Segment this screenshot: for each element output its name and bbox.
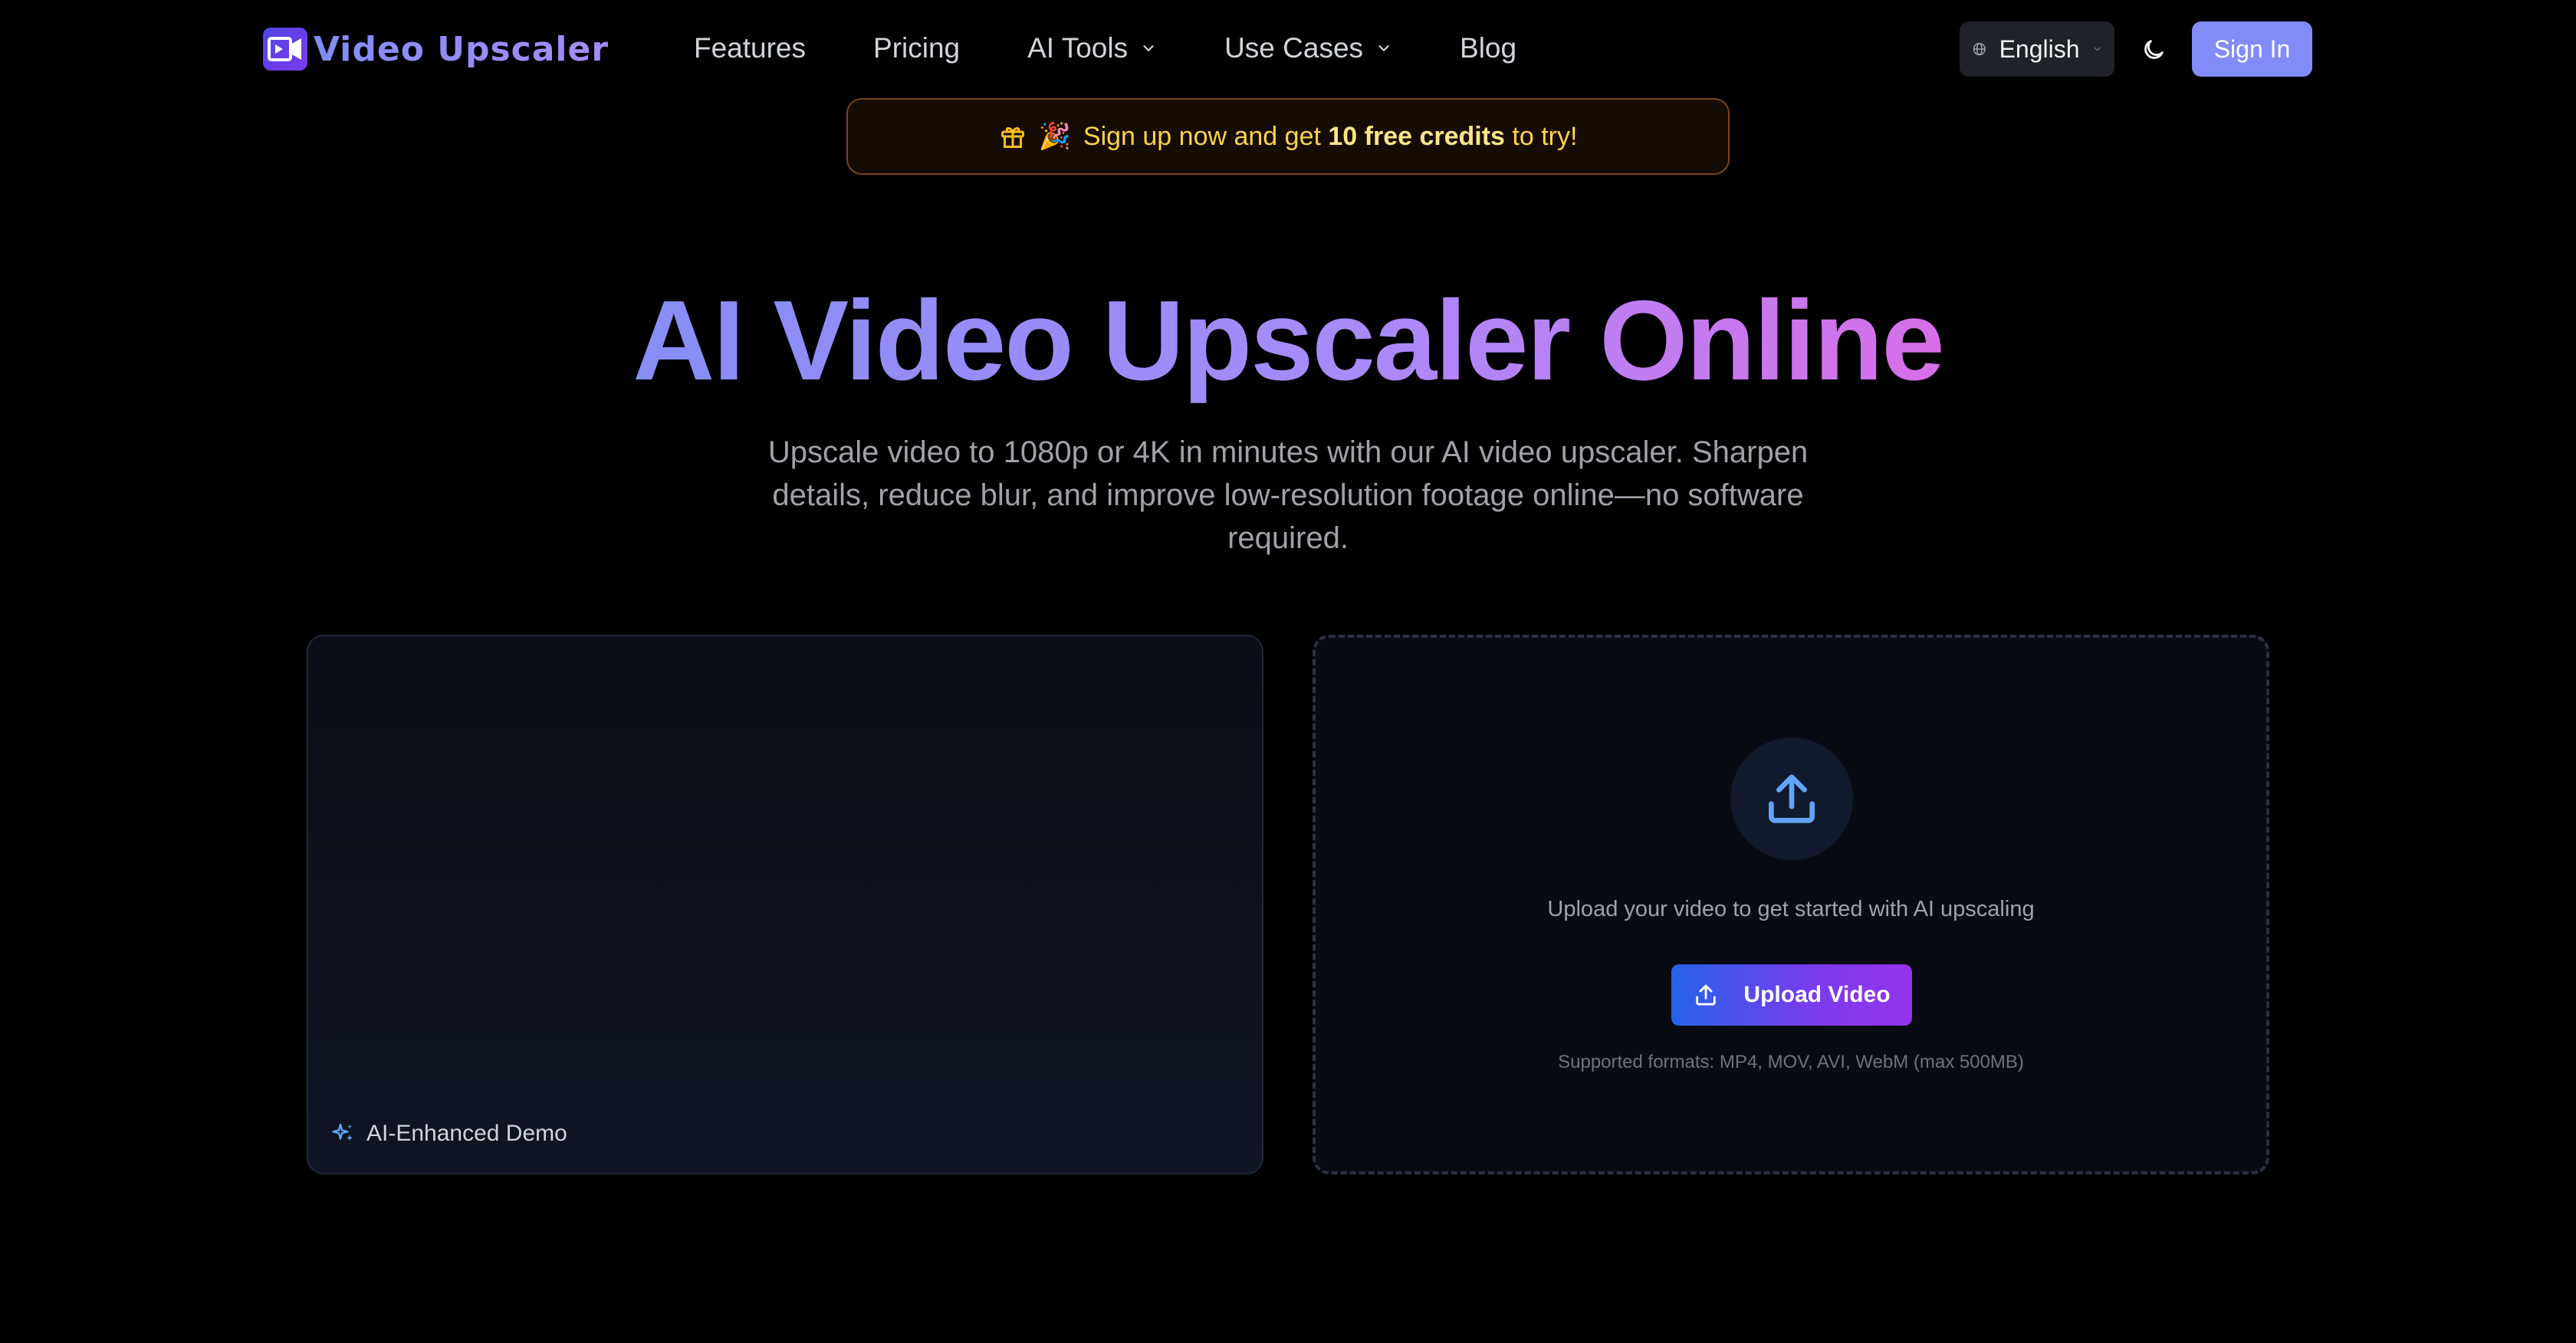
sign-in-button[interactable]: Sign In bbox=[2192, 21, 2312, 77]
gift-icon bbox=[1001, 126, 1024, 148]
upload-button-label: Upload Video bbox=[1743, 982, 1891, 1007]
globe-icon bbox=[1973, 42, 1986, 56]
nav-link-label: Pricing bbox=[873, 32, 961, 64]
chevron-down-icon bbox=[1143, 45, 1154, 51]
upload-video-button[interactable]: Upload Video bbox=[1671, 964, 1912, 1026]
hero-title: AI Video Upscaler Online bbox=[0, 276, 2576, 406]
party-popper-emoji: 🎉 bbox=[1038, 122, 1071, 151]
nav-link-pricing[interactable]: Pricing bbox=[873, 32, 960, 64]
promo-banner[interactable]: 🎉 Sign up now and get 10 free credits to… bbox=[846, 98, 1730, 175]
upload-prompt: Upload your video to get started with AI… bbox=[1547, 897, 2035, 921]
promo-highlight: 10 free credits bbox=[1328, 121, 1505, 151]
demo-badge: AI-Enhanced Demo bbox=[331, 1121, 567, 1147]
nav-link-ai-tools[interactable]: AI Tools bbox=[1027, 32, 1157, 64]
nav-link-features[interactable]: Features bbox=[694, 32, 806, 64]
language-select[interactable]: English bbox=[1960, 21, 2114, 77]
upload-dropzone[interactable]: Upload your video to get started with AI… bbox=[1313, 635, 2269, 1174]
theme-toggle-button[interactable] bbox=[2134, 31, 2173, 69]
upload-icon-circle bbox=[1730, 737, 1853, 860]
demo-video-panel[interactable]: AI-Enhanced Demo bbox=[307, 635, 1263, 1174]
chevron-down-icon bbox=[1378, 45, 1389, 51]
nav-link-blog[interactable]: Blog bbox=[1460, 32, 1516, 64]
upload-icon bbox=[1769, 774, 1815, 823]
demo-badge-label: AI-Enhanced Demo bbox=[366, 1121, 567, 1146]
sparkles-icon bbox=[332, 1123, 353, 1141]
upload-icon bbox=[1696, 984, 1717, 1006]
promo-text: Sign up now and get 10 free credits to t… bbox=[1083, 121, 1578, 151]
nav-link-label: Use Cases bbox=[1224, 32, 1364, 64]
top-nav: Video Upscaler Features Pricing AI Tools… bbox=[0, 0, 2576, 98]
chevron-down-icon bbox=[2094, 47, 2101, 51]
nav-link-label: Features bbox=[694, 32, 807, 64]
moon-icon bbox=[2144, 40, 2164, 59]
nav-link-label: AI Tools bbox=[1027, 32, 1129, 64]
logo-text: Video Upscaler bbox=[314, 29, 610, 69]
supported-formats: Supported formats: MP4, MOV, AVI, WebM (… bbox=[1558, 1052, 2024, 1072]
nav-links: Features Pricing AI Tools Use Cases Blog bbox=[694, 23, 1516, 74]
hero-subtitle: Upscale video to 1080p or 4K in minutes … bbox=[767, 435, 1809, 555]
nav-link-use-cases[interactable]: Use Cases bbox=[1224, 32, 1392, 64]
logo[interactable]: Video Upscaler bbox=[263, 26, 609, 72]
language-label: English bbox=[1999, 34, 2080, 63]
nav-link-label: Blog bbox=[1460, 32, 1517, 64]
page: Video Upscaler Features Pricing AI Tools… bbox=[0, 0, 2576, 1343]
logo-icon bbox=[263, 28, 307, 71]
